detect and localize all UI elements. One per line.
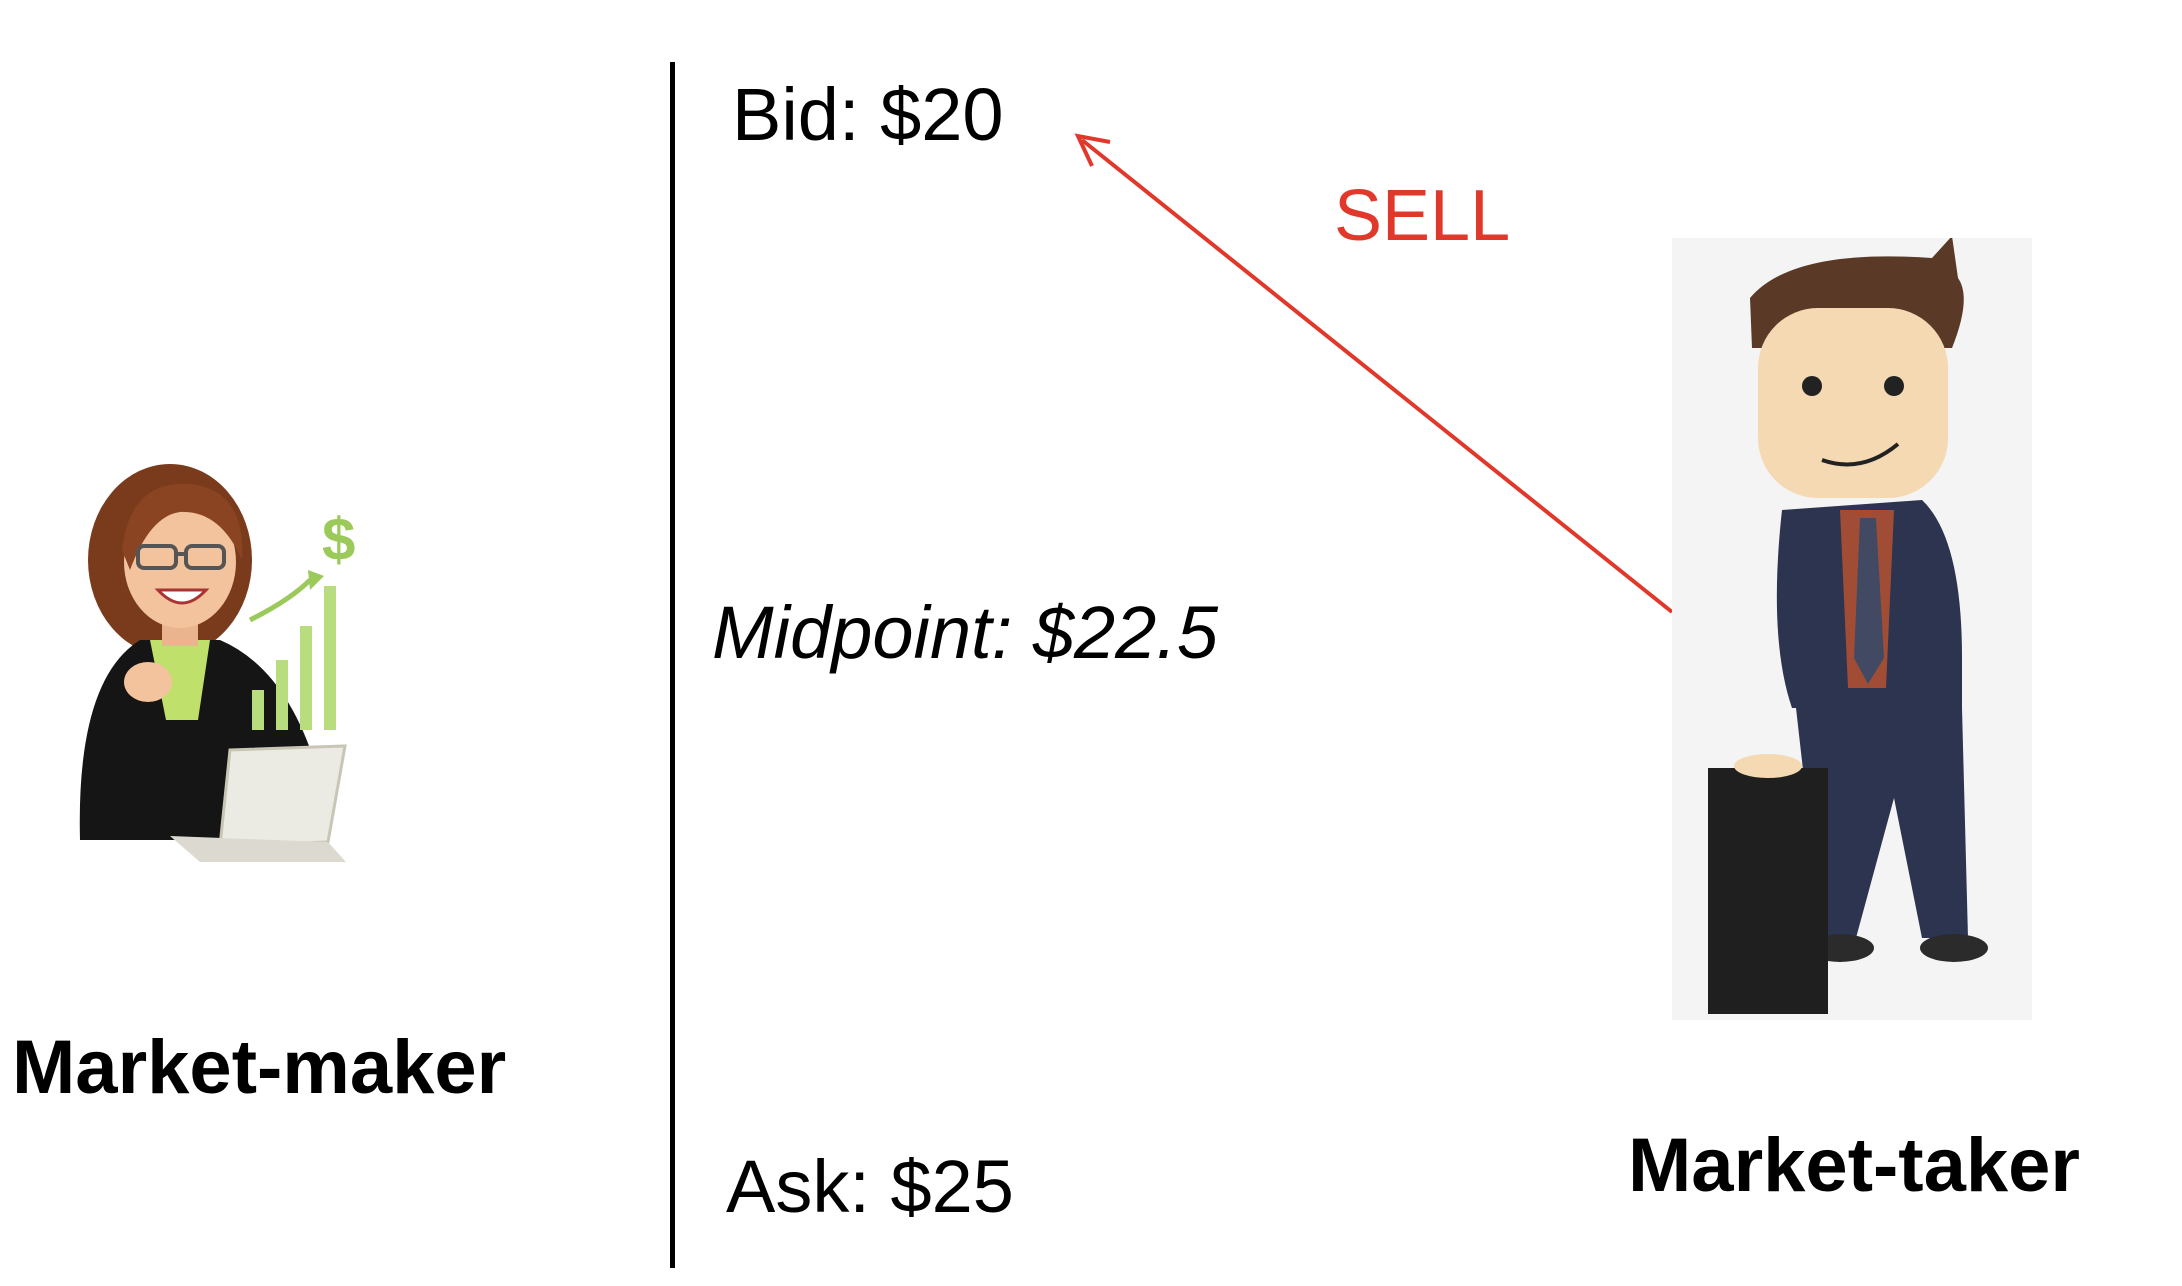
market-maker-label: Market-maker bbox=[12, 1025, 507, 1110]
businesswoman-with-laptop-icon: $ bbox=[79, 464, 355, 862]
market-maker-taker-diagram: Bid: $20 Midpoint: $22.5 Ask: $25 SELL $… bbox=[0, 0, 2182, 1286]
bid-price-label: Bid: $20 bbox=[732, 73, 1004, 156]
sell-label: SELL bbox=[1334, 176, 1511, 256]
midpoint-price-label: Midpoint: $22.5 bbox=[712, 591, 1219, 674]
ask-price-label: Ask: $25 bbox=[726, 1145, 1014, 1228]
vertical-divider bbox=[670, 62, 675, 1268]
growth-chart-icon bbox=[248, 570, 336, 730]
sell-arrow-head bbox=[1074, 133, 1111, 167]
market-taker-label: Market-taker bbox=[1628, 1123, 2080, 1208]
growth-chart-symbol: $ bbox=[322, 506, 355, 573]
businessman-leaning-icon bbox=[1708, 238, 1988, 1014]
